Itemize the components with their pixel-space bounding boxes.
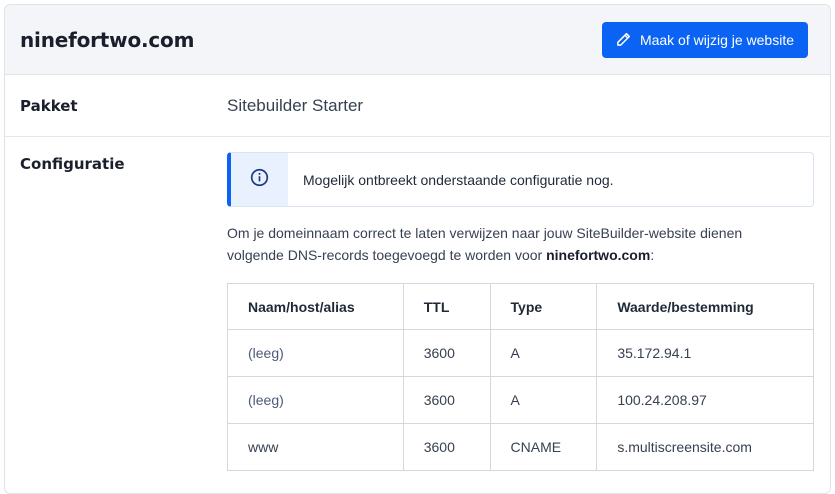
- package-label: Pakket: [20, 96, 78, 115]
- column-header-name: Naam/host/alias: [227, 283, 404, 330]
- table-header-row: Naam/host/alias TTL Type Waarde/bestemmi…: [227, 283, 814, 330]
- config-notice: Mogelijk ontbreekt onderstaande configur…: [227, 152, 814, 207]
- cell-ttl: 3600: [402, 376, 491, 424]
- notice-text: Mogelijk ontbreekt onderstaande configur…: [303, 171, 614, 188]
- dns-intro-text: Om je domeinnaam correct te laten verwij…: [227, 225, 743, 263]
- table-row: (leeg) 3600 A 100.24.208.97: [227, 376, 814, 424]
- dns-records-table: Naam/host/alias TTL Type Waarde/bestemmi…: [227, 283, 814, 471]
- info-icon: [250, 168, 269, 192]
- column-header-ttl: TTL: [402, 283, 491, 330]
- notice-icon-box: [231, 153, 288, 206]
- cell-ttl: 3600: [402, 423, 491, 471]
- edit-website-label: Maak of wijzig je website: [639, 31, 794, 48]
- dns-intro: Om je domeinnaam correct te laten verwij…: [227, 222, 787, 266]
- dns-intro-suffix: :: [650, 247, 655, 263]
- configuration-content: Mogelijk ontbreekt onderstaande configur…: [227, 152, 814, 471]
- table-row: www 3600 CNAME s.multiscreensite.com: [227, 423, 814, 471]
- pencil-icon: [616, 32, 631, 47]
- cell-value: s.multiscreensite.com: [596, 423, 814, 471]
- domain-panel: ninefortwo.com Maak of wijzig je website…: [4, 4, 831, 494]
- edit-website-button[interactable]: Maak of wijzig je website: [601, 21, 808, 58]
- panel-header: ninefortwo.com Maak of wijzig je website: [5, 5, 830, 75]
- cell-value: 100.24.208.97: [596, 376, 814, 424]
- cell-ttl: 3600: [402, 329, 491, 377]
- column-header-value: Waarde/bestemming: [596, 283, 814, 330]
- table-row: (leeg) 3600 A 35.172.94.1: [227, 329, 814, 377]
- cell-name: (leeg): [227, 376, 404, 424]
- cell-type: CNAME: [489, 423, 598, 471]
- domain-title: ninefortwo.com: [20, 27, 195, 52]
- cell-value: 35.172.94.1: [596, 329, 814, 377]
- package-value: Sitebuilder Starter: [227, 95, 364, 115]
- column-header-type: Type: [489, 283, 598, 330]
- dns-intro-domain: ninefortwo.com: [546, 247, 651, 263]
- cell-name: (leeg): [227, 329, 404, 377]
- configuration-row: Configuratie Mogelijk ontbreekt ondersta…: [5, 137, 830, 471]
- package-row: Pakket Sitebuilder Starter: [5, 75, 830, 137]
- cell-type: A: [489, 329, 598, 377]
- cell-type: A: [489, 376, 598, 424]
- configuration-label: Configuratie: [20, 155, 125, 173]
- cell-name: www: [227, 423, 404, 471]
